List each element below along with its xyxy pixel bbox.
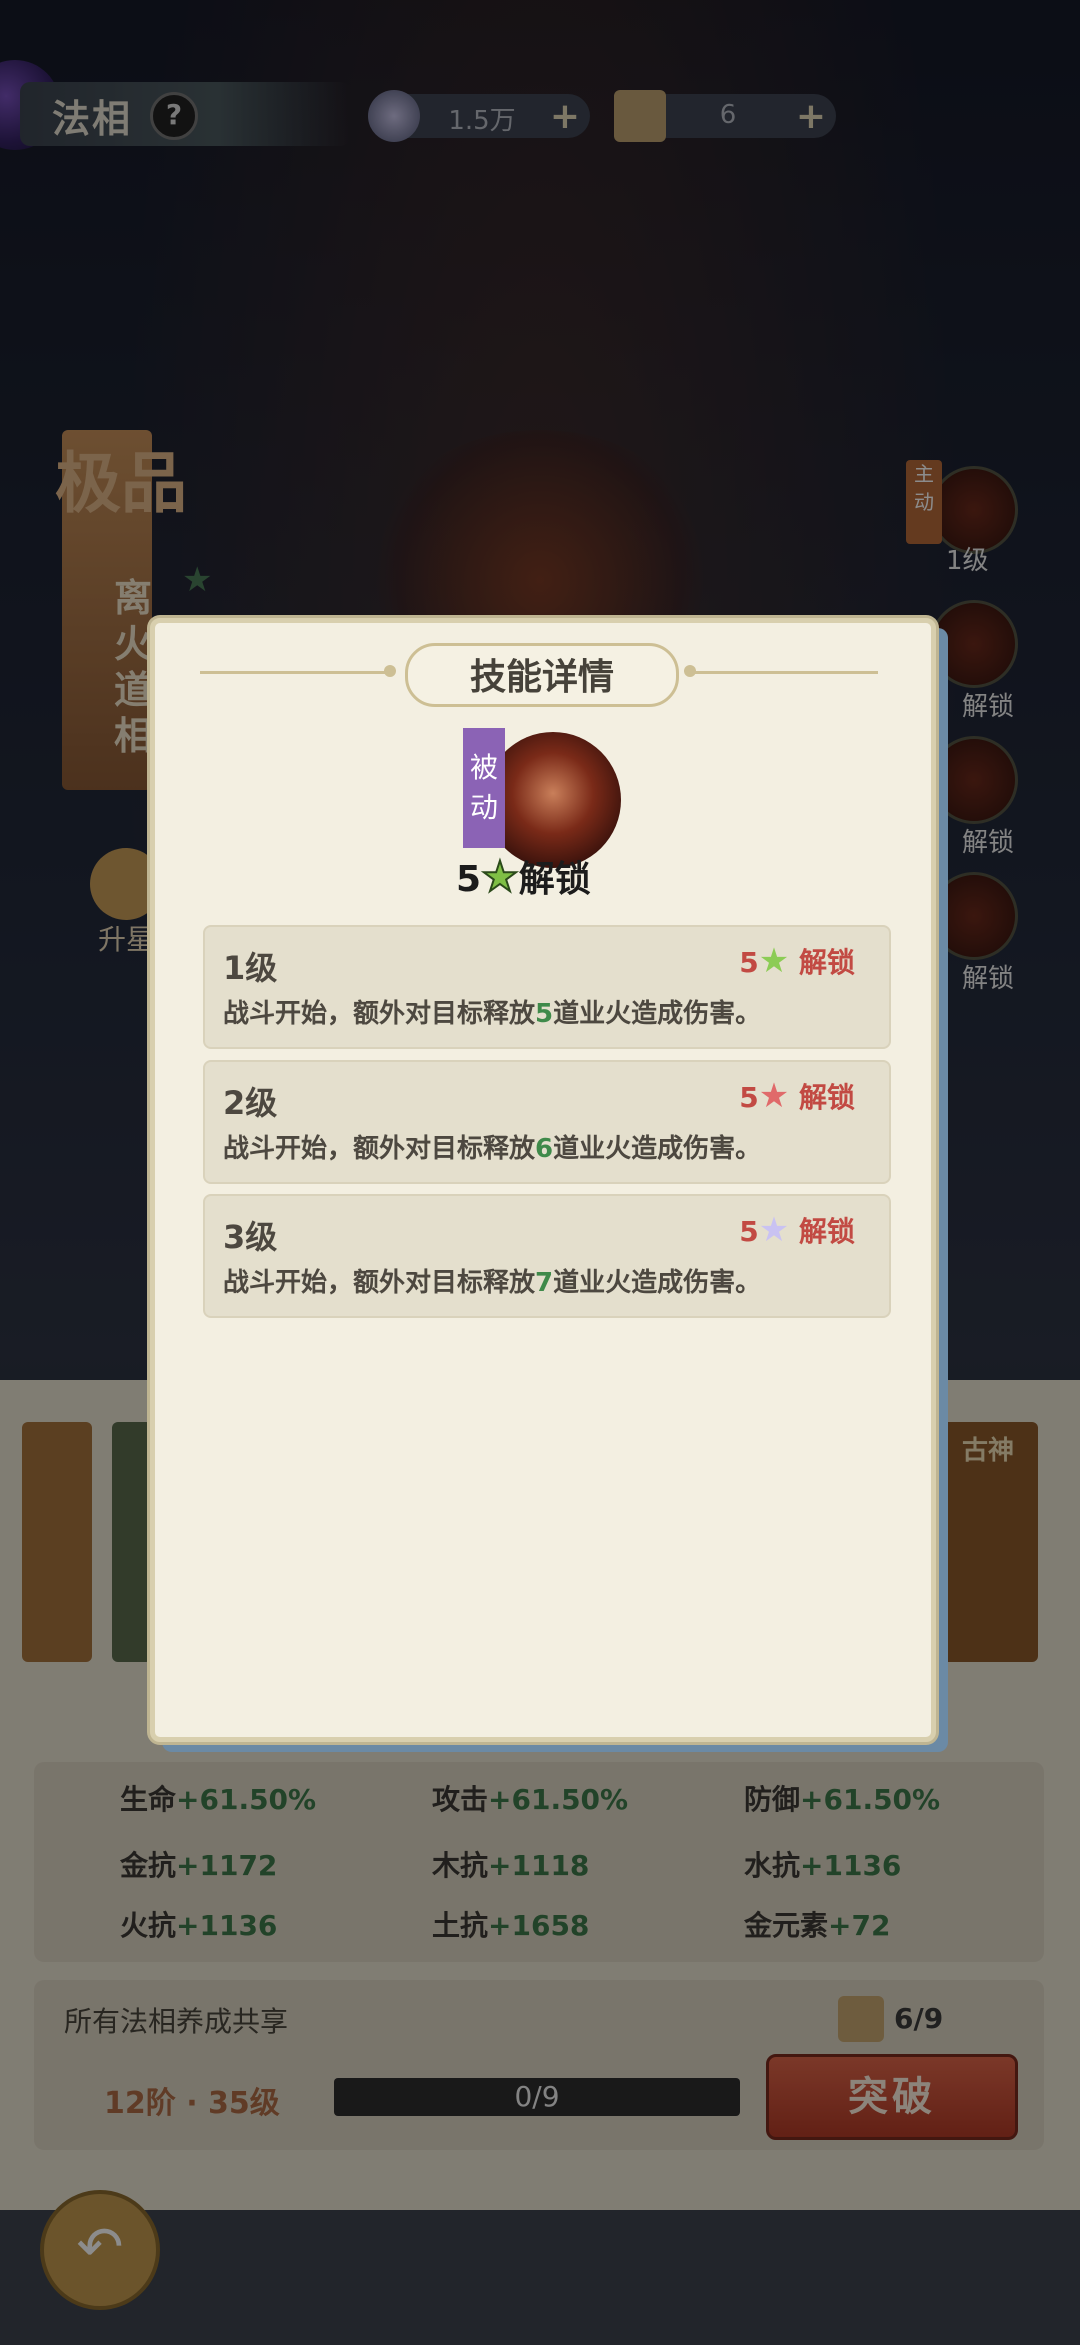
- level-unlock: 5★ 解锁: [739, 1076, 855, 1116]
- level-description: 战斗开始，额外对目标释放6道业火造成伤害。: [223, 1134, 762, 1164]
- level-description: 战斗开始，额外对目标释放5道业火造成伤害。: [223, 999, 762, 1029]
- passive-tag: 被动: [463, 728, 505, 848]
- level-unlock: 5★ 解锁: [739, 941, 855, 981]
- header-dot-left: [384, 665, 396, 677]
- star-icon: ★: [758, 1210, 790, 1250]
- skill-level-row: 2级 5★ 解锁 战斗开始，额外对目标释放6道业火造成伤害。: [203, 1060, 891, 1184]
- level-title: 1级: [223, 949, 278, 987]
- modal-title: 技能详情: [469, 657, 614, 698]
- skill-level-row: 3级 5★ 解锁 战斗开始，额外对目标释放7道业火造成伤害。: [203, 1194, 891, 1318]
- level-title: 3级: [223, 1218, 278, 1256]
- level-description: 战斗开始，额外对目标释放7道业火造成伤害。: [223, 1268, 762, 1298]
- skill-level-row: 1级 5★ 解锁 战斗开始，额外对目标释放5道业火造成伤害。: [203, 925, 891, 1049]
- header-dot-right: [684, 665, 696, 677]
- star-icon: ★: [480, 851, 520, 902]
- level-unlock: 5★ 解锁: [739, 1210, 855, 1250]
- star-icon: ★: [758, 1076, 790, 1116]
- skill-icon: [485, 732, 621, 868]
- star-icon: ★: [758, 941, 790, 981]
- header-line-left: [200, 671, 388, 674]
- header-line-right: [692, 671, 878, 674]
- unlock-requirement: 5★解锁: [456, 851, 591, 902]
- level-title: 2级: [223, 1084, 278, 1122]
